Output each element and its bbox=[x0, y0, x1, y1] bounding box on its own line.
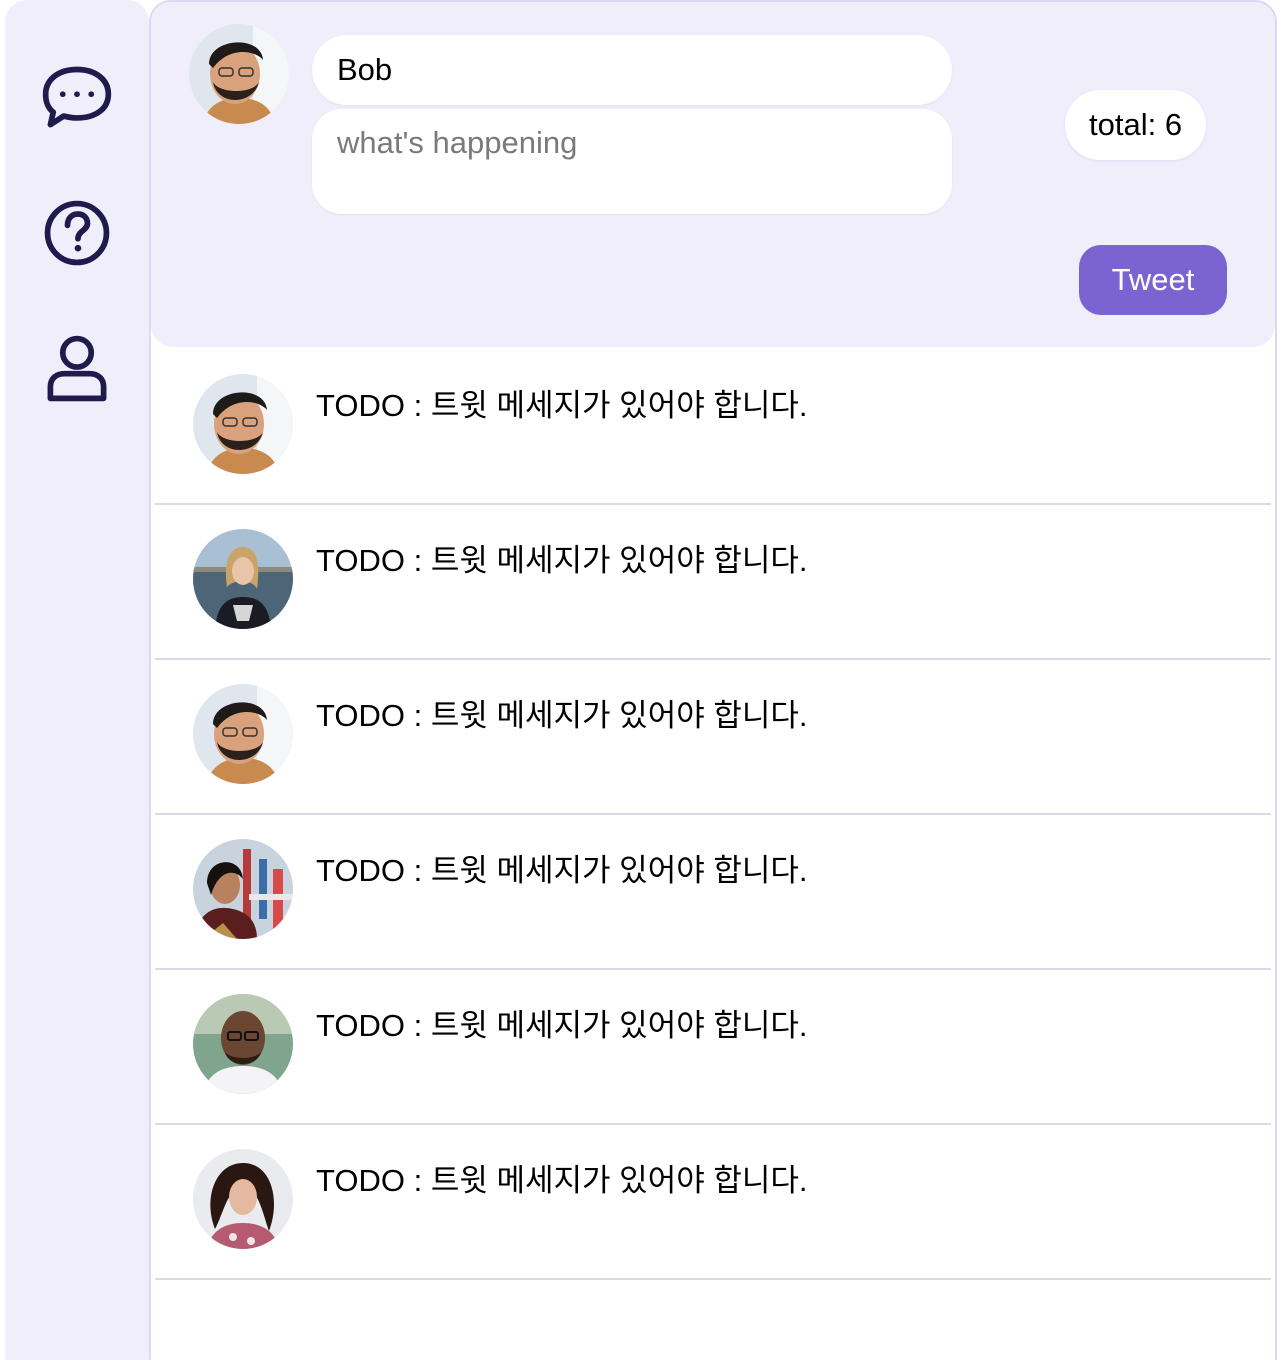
tweet-text: TODO : 트윗 메세지가 있어야 합니다. bbox=[316, 1163, 808, 1198]
main-panel: total: 6 Tweet bbox=[149, 0, 1277, 1360]
tweet-item: TODO : 트윗 메세지가 있어야 합니다. bbox=[155, 505, 1271, 660]
tweet-item: TODO : 트윗 메세지가 있어야 합니다. bbox=[155, 350, 1271, 505]
name-input[interactable] bbox=[312, 35, 952, 105]
sidebar bbox=[5, 0, 149, 1360]
tweet-item: TODO : 트윗 메세지가 있어야 합니다. bbox=[155, 660, 1271, 815]
tweet-composer: total: 6 Tweet bbox=[151, 2, 1275, 347]
sidebar-item-chat[interactable] bbox=[37, 58, 117, 138]
total-count-label: total: 6 bbox=[1089, 107, 1183, 142]
tweet-feed: TODO : 트윗 메세지가 있어야 합니다. TODO : 트윗 메세지가 있… bbox=[155, 350, 1271, 1280]
tweet-avatar bbox=[193, 374, 293, 474]
tweet-item: TODO : 트윗 메세지가 있어야 합니다. bbox=[155, 1125, 1271, 1280]
tweet-button[interactable]: Tweet bbox=[1079, 245, 1227, 315]
tweet-avatar bbox=[193, 1149, 293, 1249]
tweet-text: TODO : 트윗 메세지가 있어야 합니다. bbox=[316, 1008, 808, 1043]
tweet-avatar bbox=[193, 839, 293, 939]
chat-bubble-icon bbox=[42, 66, 112, 128]
tweet-avatar bbox=[193, 529, 293, 629]
tweet-text: TODO : 트윗 메세지가 있어야 합니다. bbox=[316, 543, 808, 578]
tweet-textarea[interactable] bbox=[312, 109, 952, 214]
tweet-item: TODO : 트윗 메세지가 있어야 합니다. bbox=[155, 970, 1271, 1125]
composer-avatar bbox=[189, 24, 289, 124]
tweet-avatar bbox=[193, 994, 293, 1094]
question-circle-icon bbox=[44, 200, 110, 266]
app: total: 6 Tweet bbox=[0, 0, 1288, 1360]
user-icon bbox=[47, 335, 107, 402]
tweet-item: TODO : 트윗 메세지가 있어야 합니다. bbox=[155, 815, 1271, 970]
sidebar-item-help[interactable] bbox=[37, 193, 117, 273]
sidebar-item-profile[interactable] bbox=[37, 328, 117, 408]
tweet-text: TODO : 트윗 메세지가 있어야 합니다. bbox=[316, 698, 808, 733]
tweet-avatar bbox=[193, 684, 293, 784]
tweet-text: TODO : 트윗 메세지가 있어야 합니다. bbox=[316, 388, 808, 423]
total-count-badge: total: 6 bbox=[1065, 90, 1207, 160]
tweet-text: TODO : 트윗 메세지가 있어야 합니다. bbox=[316, 853, 808, 888]
